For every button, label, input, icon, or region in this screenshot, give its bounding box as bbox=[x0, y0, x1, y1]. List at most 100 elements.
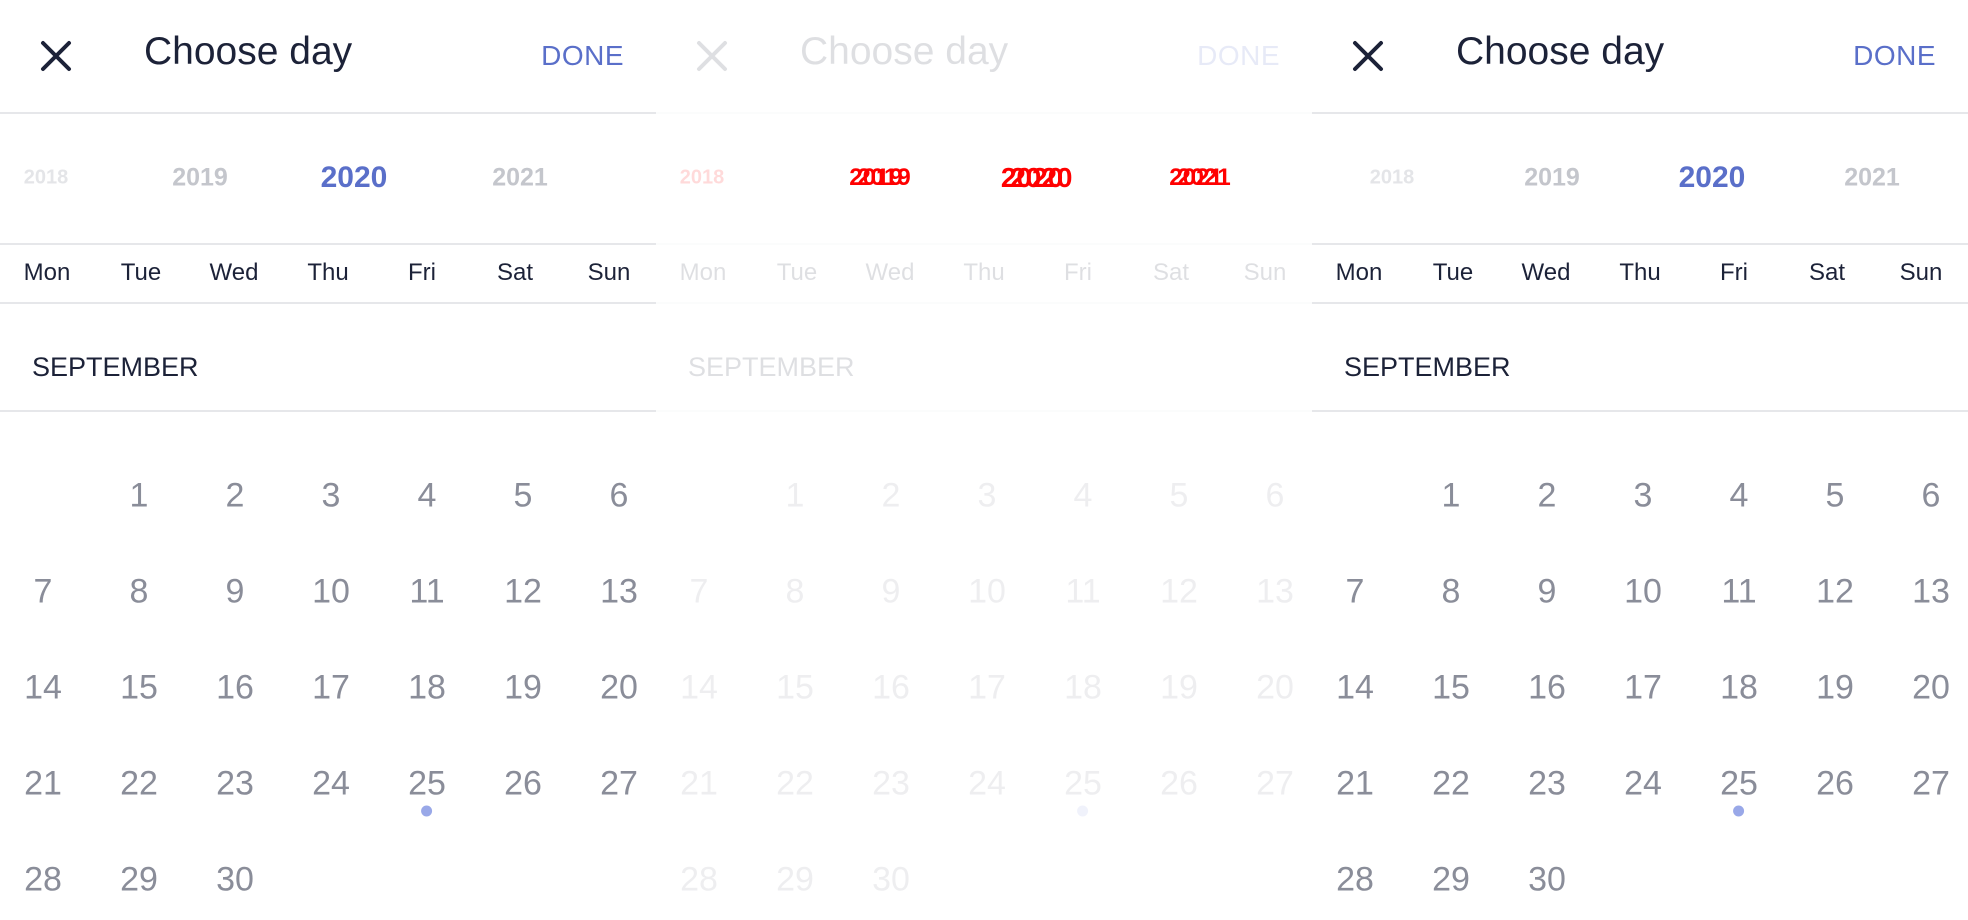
year-item[interactable]: 2021 2021 bbox=[1169, 164, 1230, 192]
day-cell[interactable]: 22 bbox=[1432, 765, 1470, 804]
day-cell[interactable]: 4 bbox=[418, 477, 437, 516]
day-cell[interactable]: 29 bbox=[1432, 861, 1470, 900]
day-cell[interactable]: 17 bbox=[1624, 669, 1662, 708]
day-cell[interactable]: 16 bbox=[872, 669, 910, 708]
day-cell[interactable]: 28 bbox=[680, 861, 718, 900]
day-cell[interactable]: 21 bbox=[24, 765, 62, 804]
day-cell[interactable]: 4 bbox=[1074, 477, 1093, 516]
done-button[interactable]: DONE bbox=[541, 40, 624, 72]
day-cell[interactable]: 28 bbox=[1336, 861, 1374, 900]
day-cell[interactable]: 6 bbox=[610, 477, 629, 516]
day-cell[interactable]: 18 bbox=[408, 669, 446, 708]
day-cell[interactable]: 24 bbox=[312, 765, 350, 804]
day-cell[interactable]: 28 bbox=[24, 861, 62, 900]
day-cell[interactable]: 1 bbox=[786, 477, 805, 516]
day-cell[interactable]: 13 bbox=[1256, 573, 1294, 612]
day-cell[interactable]: 23 bbox=[872, 765, 910, 804]
day-cell[interactable]: 12 bbox=[1160, 573, 1198, 612]
day-cell[interactable]: 15 bbox=[776, 669, 814, 708]
day-cell[interactable]: 19 bbox=[1816, 669, 1854, 708]
day-cell[interactable]: 2 bbox=[1538, 477, 1557, 516]
day-cell[interactable]: 10 bbox=[1624, 573, 1662, 612]
day-cell[interactable]: 18 bbox=[1720, 669, 1758, 708]
day-cell[interactable]: 29 bbox=[776, 861, 814, 900]
day-cell[interactable]: 5 bbox=[1170, 477, 1189, 516]
day-cell[interactable]: 7 bbox=[34, 573, 53, 612]
year-item-selected[interactable]: 2020 2020 bbox=[1001, 162, 1073, 194]
day-cell[interactable]: 7 bbox=[690, 573, 709, 612]
day-cell[interactable]: 29 bbox=[120, 861, 158, 900]
year-item-selected[interactable]: 2020 bbox=[321, 161, 388, 195]
day-cell[interactable]: 11 bbox=[1721, 573, 1756, 612]
day-cell[interactable]: 24 bbox=[968, 765, 1006, 804]
day-cell[interactable]: 15 bbox=[120, 669, 158, 708]
close-icon[interactable] bbox=[1350, 38, 1386, 74]
day-cell[interactable]: 24 bbox=[1624, 765, 1662, 804]
day-cell[interactable]: 2 bbox=[882, 477, 901, 516]
year-selector[interactable]: 2018 2019 2019 2020 2020 2021 2021 bbox=[656, 113, 1312, 243]
day-cell[interactable]: 11 bbox=[409, 573, 444, 612]
day-cell[interactable]: 8 bbox=[786, 573, 805, 612]
day-cell[interactable]: 14 bbox=[24, 669, 62, 708]
year-selector[interactable]: 2018 2019 2020 2021 bbox=[0, 113, 656, 243]
day-cell[interactable]: 9 bbox=[1538, 573, 1557, 612]
year-item[interactable]: 2018 bbox=[680, 167, 725, 190]
day-cell[interactable]: 12 bbox=[1816, 573, 1854, 612]
day-cell[interactable]: 17 bbox=[312, 669, 350, 708]
day-cell[interactable]: 6 bbox=[1266, 477, 1285, 516]
day-cell[interactable]: 30 bbox=[872, 861, 910, 900]
day-cell[interactable]: 2 bbox=[226, 477, 245, 516]
day-cell[interactable]: 20 bbox=[600, 669, 638, 708]
day-cell[interactable]: 10 bbox=[968, 573, 1006, 612]
day-cell[interactable]: 21 bbox=[1336, 765, 1374, 804]
done-button[interactable]: DONE bbox=[1853, 40, 1936, 72]
year-item-selected[interactable]: 2020 bbox=[1679, 161, 1746, 195]
day-cell[interactable]: 5 bbox=[1826, 477, 1845, 516]
day-cell[interactable]: 1 bbox=[130, 477, 149, 516]
day-cell[interactable]: 26 bbox=[1160, 765, 1198, 804]
day-cell[interactable]: 22 bbox=[120, 765, 158, 804]
day-cell[interactable]: 7 bbox=[1346, 573, 1365, 612]
year-item[interactable]: 2019 bbox=[172, 164, 228, 193]
year-item[interactable]: 2019 2019 bbox=[849, 164, 910, 192]
day-cell[interactable]: 21 bbox=[680, 765, 718, 804]
day-cell[interactable]: 26 bbox=[1816, 765, 1854, 804]
day-cell[interactable]: 1 bbox=[1442, 477, 1461, 516]
day-cell[interactable]: 20 bbox=[1912, 669, 1950, 708]
day-cell[interactable]: 8 bbox=[130, 573, 149, 612]
day-cell[interactable]: 18 bbox=[1064, 669, 1102, 708]
year-item[interactable]: 2021 bbox=[492, 164, 548, 193]
year-item[interactable]: 2018 bbox=[1370, 167, 1415, 190]
day-cell[interactable]: 30 bbox=[1528, 861, 1566, 900]
year-item[interactable]: 2018 bbox=[24, 167, 69, 190]
day-cell[interactable]: 13 bbox=[600, 573, 638, 612]
day-cell[interactable]: 13 bbox=[1912, 573, 1950, 612]
day-cell[interactable]: 27 bbox=[1256, 765, 1294, 804]
day-cell[interactable]: 14 bbox=[680, 669, 718, 708]
day-cell[interactable]: 27 bbox=[1912, 765, 1950, 804]
day-cell[interactable]: 6 bbox=[1922, 477, 1941, 516]
day-cell[interactable]: 15 bbox=[1432, 669, 1470, 708]
day-cell[interactable]: 12 bbox=[504, 573, 542, 612]
day-cell[interactable]: 4 bbox=[1730, 477, 1749, 516]
day-cell[interactable]: 23 bbox=[1528, 765, 1566, 804]
day-cell[interactable]: 9 bbox=[882, 573, 901, 612]
day-cell[interactable]: 17 bbox=[968, 669, 1006, 708]
day-cell[interactable]: 25 bbox=[1720, 765, 1758, 817]
day-cell[interactable]: 27 bbox=[600, 765, 638, 804]
day-cell[interactable]: 9 bbox=[226, 573, 245, 612]
day-cell[interactable]: 11 bbox=[1065, 573, 1100, 612]
day-cell[interactable]: 30 bbox=[216, 861, 254, 900]
day-cell[interactable]: 19 bbox=[1160, 669, 1198, 708]
day-cell[interactable]: 3 bbox=[1634, 477, 1653, 516]
day-cell[interactable]: 16 bbox=[1528, 669, 1566, 708]
day-cell[interactable]: 8 bbox=[1442, 573, 1461, 612]
day-cell[interactable]: 16 bbox=[216, 669, 254, 708]
day-cell[interactable]: 10 bbox=[312, 573, 350, 612]
close-icon[interactable] bbox=[694, 38, 730, 74]
done-button[interactable]: DONE bbox=[1197, 40, 1280, 72]
day-cell[interactable]: 3 bbox=[322, 477, 341, 516]
year-item[interactable]: 2021 bbox=[1844, 164, 1900, 193]
day-cell[interactable]: 25 bbox=[1064, 765, 1102, 817]
year-selector[interactable]: 2018 2019 2020 2021 bbox=[1312, 113, 1968, 243]
